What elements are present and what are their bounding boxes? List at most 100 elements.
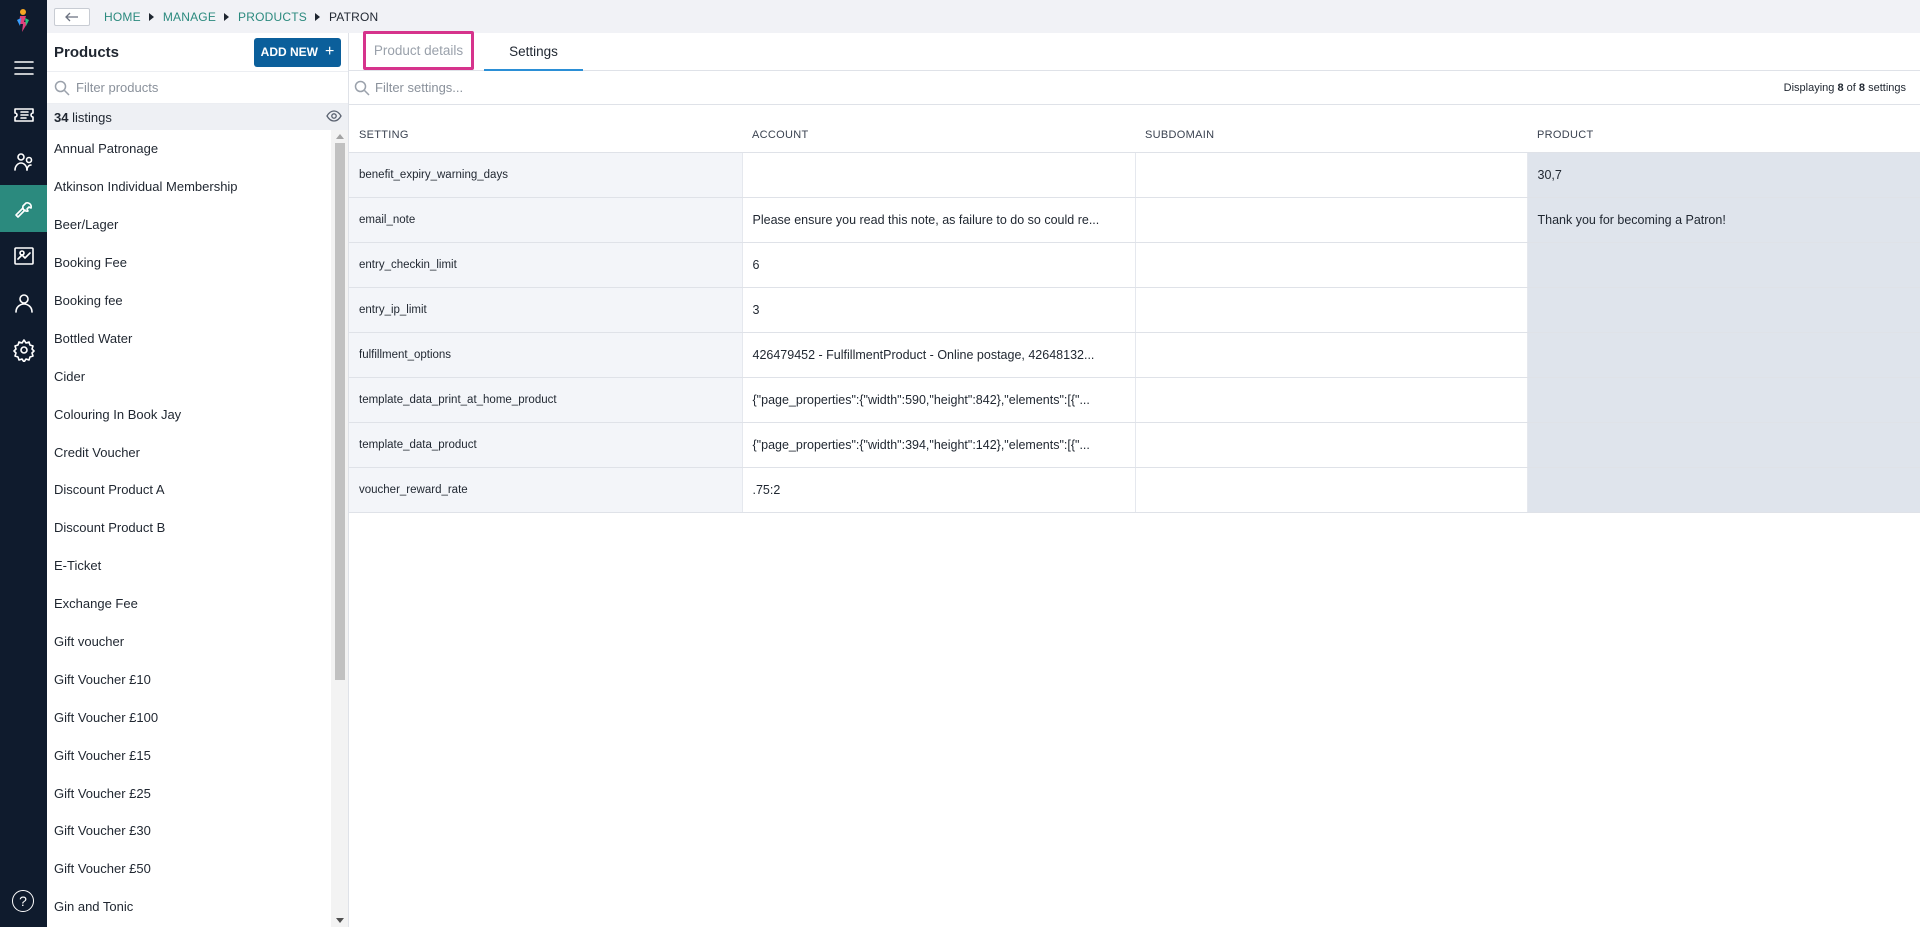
product-list-item[interactable]: Exchange Fee	[47, 585, 331, 623]
product-list-scrollbar[interactable]	[331, 130, 348, 927]
table-row: email_note Please ensure you read this no…	[349, 197, 1920, 243]
breadcrumb-home[interactable]: HOME	[104, 10, 141, 24]
listings-summary: 34 listings	[47, 104, 348, 130]
product-list-item[interactable]: Gift Voucher £10	[47, 660, 331, 698]
breadcrumb-current: PATRON	[328, 9, 379, 24]
subdomain-value-cell[interactable]	[1135, 197, 1528, 243]
account-value-cell[interactable]: {"page_properties":{"width":590,"height"…	[742, 377, 1136, 423]
product-list-item[interactable]: Gift Voucher £25	[47, 774, 331, 812]
product-list-item[interactable]: Discount Product B	[47, 509, 331, 547]
product-list-item[interactable]: Gift Voucher £50	[47, 850, 331, 888]
products-panel-header: Products ADD NEW +	[47, 33, 348, 71]
add-new-button[interactable]: ADD NEW +	[254, 37, 341, 67]
product-value-cell[interactable]	[1527, 467, 1920, 513]
product-list-item[interactable]: E-Ticket	[47, 547, 331, 585]
product-list-item[interactable]: Gift Voucher £100	[47, 698, 331, 736]
reports-icon[interactable]	[0, 232, 47, 279]
customers-icon[interactable]	[0, 138, 47, 185]
product-list-item[interactable]: Gift voucher	[47, 623, 331, 661]
subdomain-value-cell[interactable]	[1135, 152, 1528, 198]
search-icon	[354, 80, 370, 96]
brand-logo[interactable]	[12, 8, 34, 34]
product-value-cell[interactable]	[1527, 332, 1920, 378]
product-list-item[interactable]: Atkinson Individual Membership	[47, 168, 331, 206]
settings-filter	[354, 80, 775, 96]
setting-name-cell: entry_checkin_limit	[349, 242, 743, 288]
product-list-item[interactable]: Beer/Lager	[47, 206, 331, 244]
displaying-prefix: Displaying	[1783, 81, 1838, 94]
table-row: template_data_print_at_home_product {"pag…	[349, 377, 1920, 423]
scroll-up-icon[interactable]	[336, 134, 344, 139]
account-value-cell[interactable]: .75:2	[742, 467, 1136, 513]
product-list-item[interactable]: Booking fee	[47, 282, 331, 320]
product-value-cell[interactable]	[1527, 287, 1920, 333]
listings-text: 34 listings	[54, 110, 112, 125]
product-list-item[interactable]: Gift Voucher £15	[47, 736, 331, 774]
listings-label: listings	[68, 109, 112, 125]
breadcrumb-separator-icon	[314, 12, 320, 21]
main-content: Product details Settings Displaying 8 of…	[349, 31, 1920, 927]
displaying-suffix: settings	[1865, 81, 1906, 94]
subdomain-value-cell[interactable]	[1135, 377, 1528, 423]
product-value-cell[interactable]: Thank you for becoming a Patron!	[1527, 197, 1920, 243]
account-value-cell[interactable]	[742, 152, 1136, 198]
product-list-item[interactable]: Colouring In Book Jay	[47, 395, 331, 433]
breadcrumb-manage[interactable]: MANAGE	[163, 10, 216, 24]
subdomain-value-cell[interactable]	[1135, 467, 1528, 513]
settings-icon[interactable]	[0, 326, 47, 373]
product-list-item[interactable]: Gift Voucher £30	[47, 812, 331, 850]
breadcrumb-separator-icon	[148, 12, 154, 21]
product-list-item[interactable]: Credit Voucher	[47, 433, 331, 471]
subdomain-value-cell[interactable]	[1135, 422, 1528, 468]
product-value-cell[interactable]	[1527, 242, 1920, 288]
product-value-cell[interactable]	[1527, 377, 1920, 423]
tools-icon[interactable]	[0, 185, 47, 232]
menu-icon[interactable]	[0, 44, 47, 91]
subdomain-value-cell[interactable]	[1135, 242, 1528, 288]
help-icon[interactable]: ?	[12, 890, 34, 912]
breadcrumb-products[interactable]: PRODUCTS	[238, 10, 307, 24]
product-list-item[interactable]: Gin and Tonic	[47, 888, 331, 926]
column-header-product: PRODUCT	[1527, 119, 1920, 153]
breadcrumb-separator-icon	[224, 12, 230, 21]
product-value-cell[interactable]: 30,7	[1527, 152, 1920, 198]
scroll-down-icon[interactable]	[336, 918, 344, 923]
listings-count: 34	[54, 109, 69, 125]
tab-settings[interactable]: Settings	[484, 32, 583, 71]
setting-name-cell: email_note	[349, 197, 743, 243]
product-filter-input[interactable]	[76, 80, 316, 95]
subdomain-value-cell[interactable]	[1135, 332, 1528, 378]
product-list-item[interactable]: Booking Fee	[47, 244, 331, 282]
scrollbar-thumb[interactable]	[335, 143, 345, 680]
displaying-mid: of	[1843, 81, 1859, 94]
setting-name-cell: voucher_reward_rate	[349, 467, 743, 513]
settings-toolbar: Displaying 8 of 8 settings	[349, 71, 1920, 105]
setting-name-cell: template_data_print_at_home_product	[349, 377, 743, 423]
account-value-cell[interactable]: 3	[742, 287, 1136, 333]
table-row: entry_ip_limit 3	[349, 287, 1920, 333]
product-list-item[interactable]: Cider	[47, 357, 331, 395]
settings-filter-input[interactable]	[375, 80, 775, 95]
product-list-item[interactable]: Annual Patronage	[47, 130, 331, 168]
tickets-icon[interactable]	[0, 91, 47, 138]
tab-bar: Product details Settings	[349, 31, 1920, 71]
product-list-item[interactable]: Discount Product A	[47, 471, 331, 509]
product-filter	[47, 71, 348, 104]
add-new-label: ADD NEW	[260, 45, 318, 59]
product-value-cell[interactable]	[1527, 422, 1920, 468]
user-icon[interactable]	[0, 279, 47, 326]
settings-table-body: benefit_expiry_warning_days 30,7 email_not…	[349, 152, 1920, 513]
tab-product-details[interactable]: Product details	[363, 31, 474, 70]
search-icon	[54, 80, 70, 96]
column-header-setting: SETTING	[349, 119, 742, 153]
arrow-left-icon	[65, 12, 78, 21]
account-value-cell[interactable]: 6	[742, 242, 1136, 288]
account-value-cell[interactable]: {"page_properties":{"width":394,"height"…	[742, 422, 1136, 468]
eye-icon[interactable]	[326, 109, 342, 125]
product-list-item[interactable]: Bottled Water	[47, 319, 331, 357]
account-value-cell[interactable]: Please ensure you read this note, as fai…	[742, 197, 1136, 243]
product-list: Annual Patronage Atkinson Individual Memb…	[47, 130, 331, 926]
back-button[interactable]	[54, 7, 90, 26]
subdomain-value-cell[interactable]	[1135, 287, 1528, 333]
account-value-cell[interactable]: 426479452 - FulfillmentProduct - Online …	[742, 332, 1136, 378]
